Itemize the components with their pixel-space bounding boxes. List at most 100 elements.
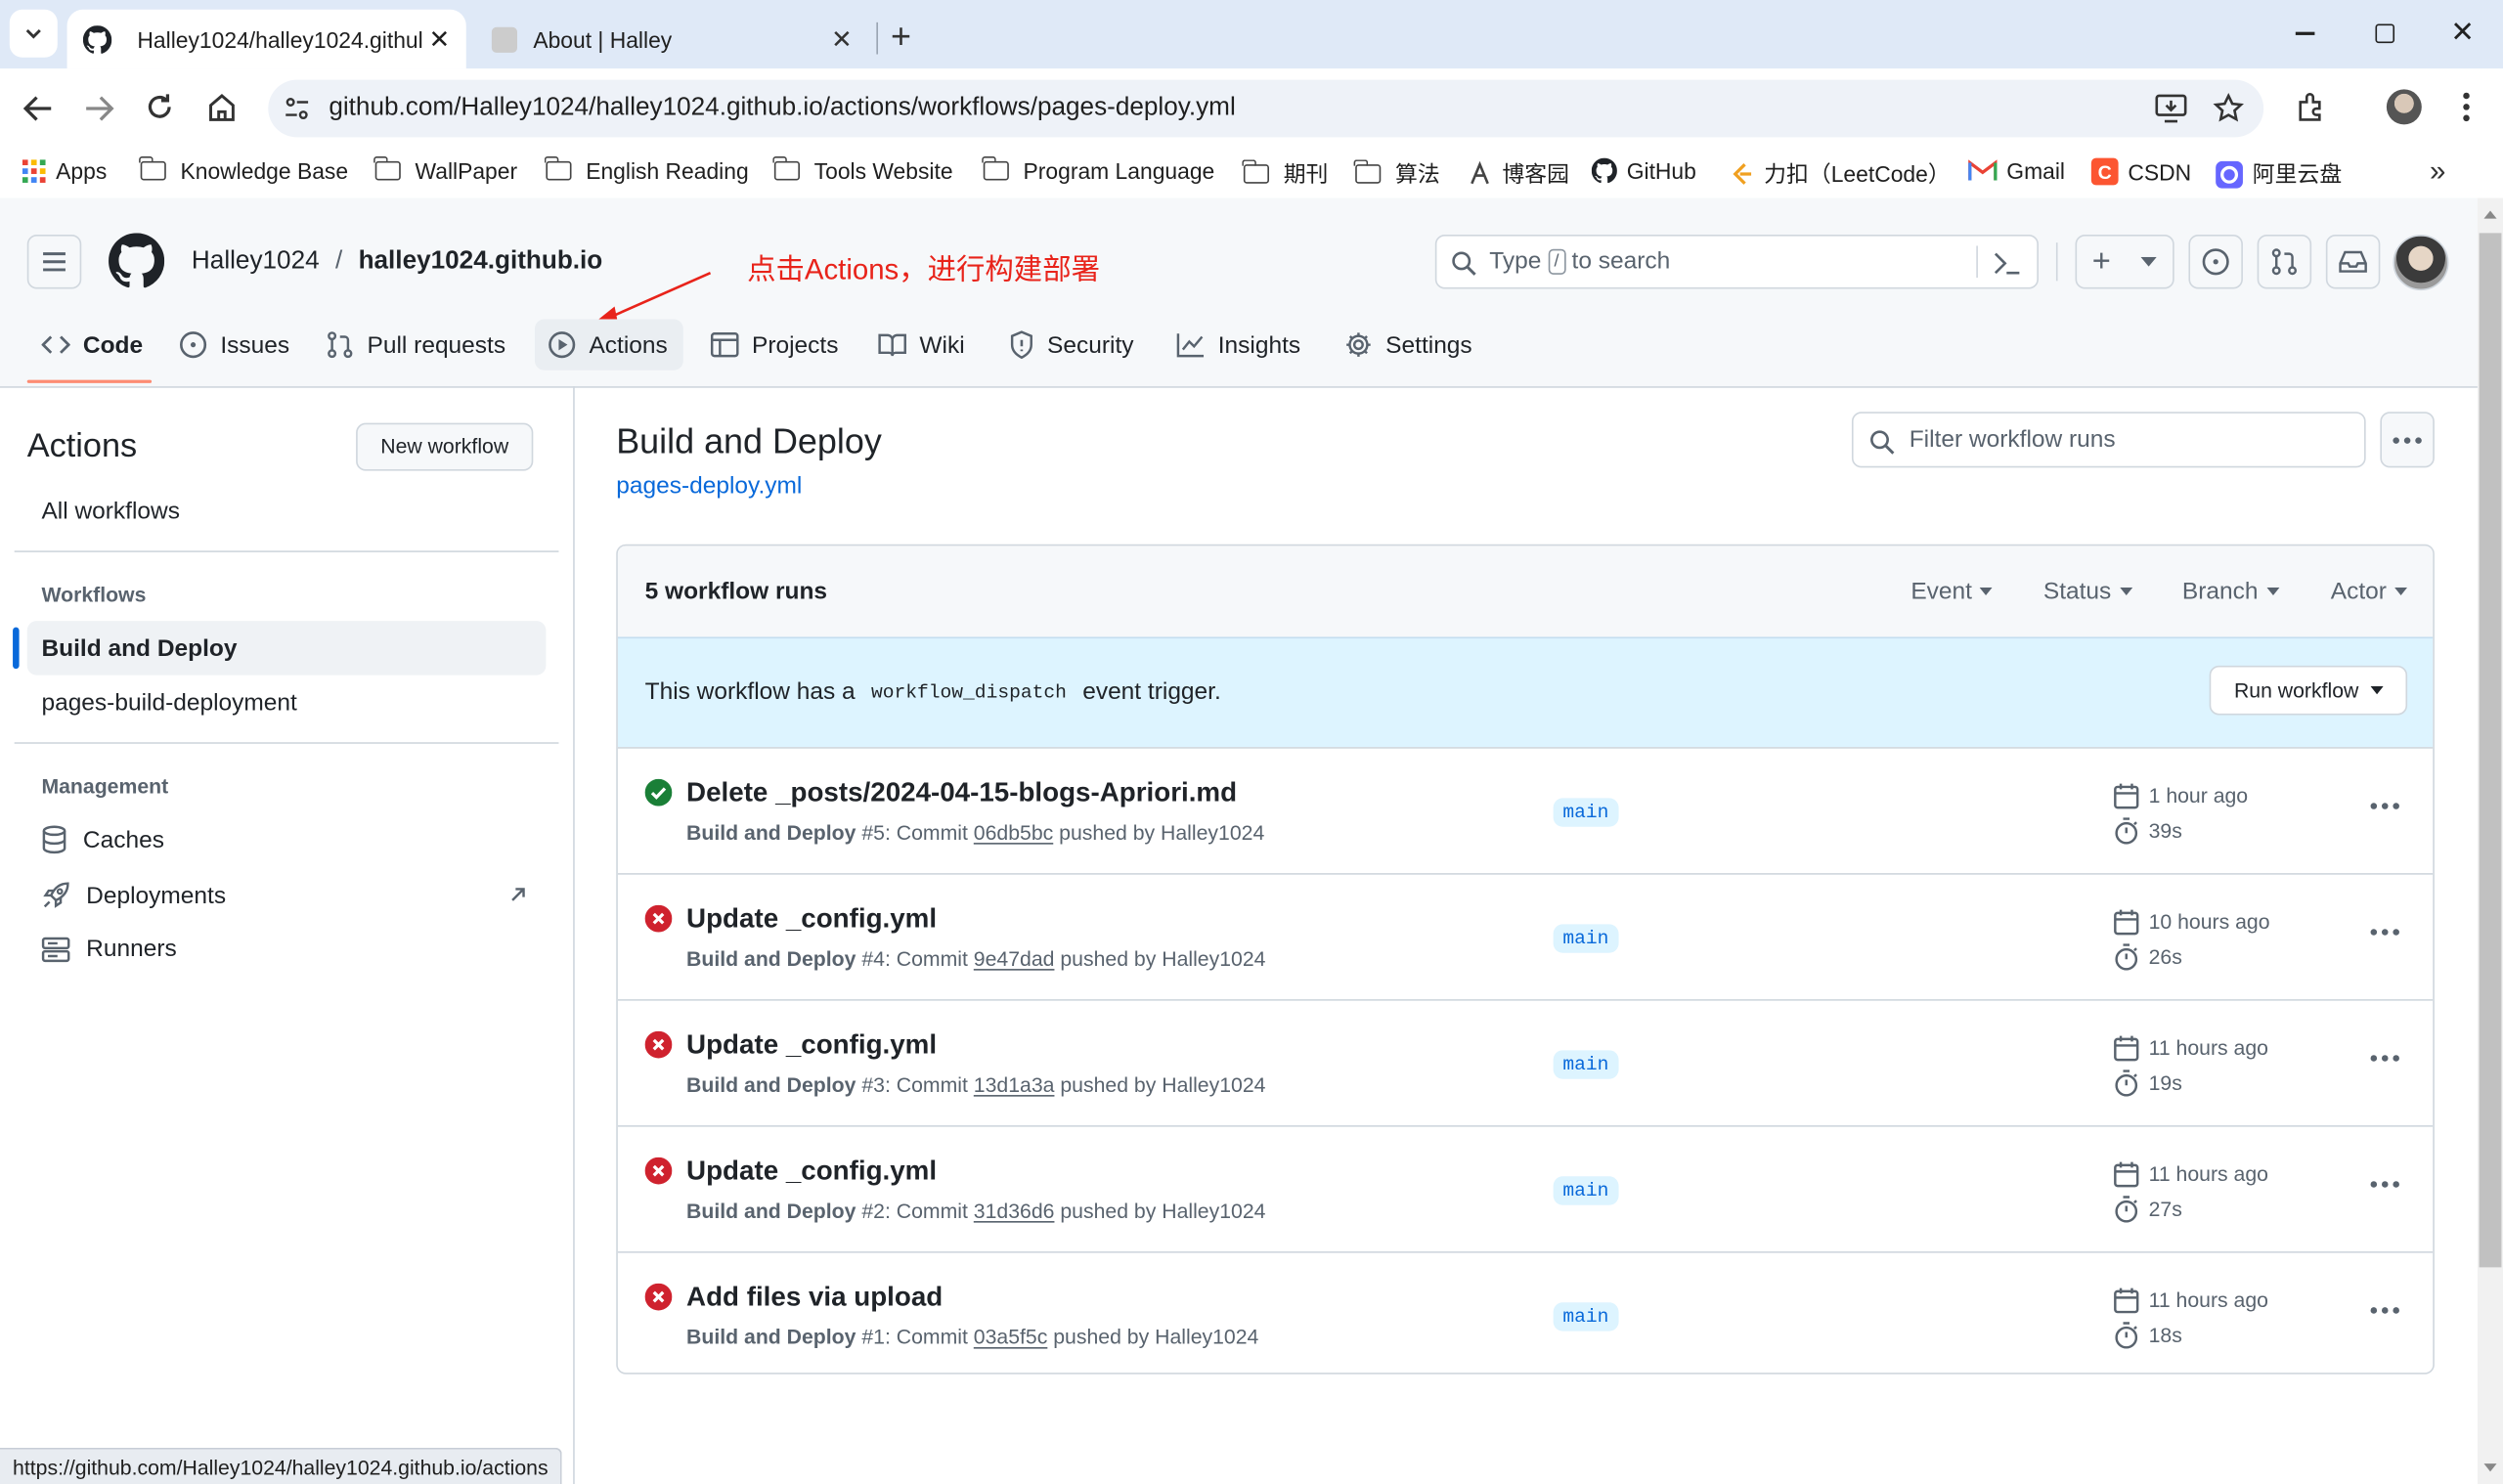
more-options-button[interactable]	[2380, 412, 2435, 468]
filter-branch[interactable]: Branch	[2182, 578, 2279, 605]
run-commit-sha[interactable]: 13d1a3a	[974, 1072, 1055, 1096]
inbox-button[interactable]	[2325, 235, 2381, 289]
home-icon[interactable]	[206, 93, 239, 121]
minimize-button[interactable]	[2295, 31, 2315, 35]
sidebar-runners[interactable]: Runners	[41, 936, 177, 963]
bookmark-csdn[interactable]: C CSDN	[2090, 157, 2191, 186]
filter-status[interactable]: Status	[2043, 578, 2132, 605]
repo-owner-link[interactable]: Halley1024	[192, 247, 320, 276]
tab-close-icon[interactable]: ✕	[831, 23, 853, 56]
branch-label[interactable]: main	[1553, 798, 1619, 827]
profile-avatar[interactable]	[2386, 89, 2422, 125]
repo-name-link[interactable]: halley1024.github.io	[359, 247, 603, 276]
branch-label[interactable]: main	[1553, 1050, 1619, 1079]
command-palette-icon[interactable]	[1993, 250, 2021, 276]
run-title[interactable]: Delete _posts/2024-04-15-blogs-Apriori.m…	[686, 777, 1237, 809]
run-options-kebab-icon[interactable]	[2370, 1055, 2399, 1062]
tab-close-icon[interactable]: ✕	[429, 23, 451, 56]
site-info-icon[interactable]	[285, 96, 310, 121]
run-commit-sha[interactable]: 31d36d6	[974, 1199, 1055, 1222]
filter-event[interactable]: Event	[1910, 578, 1994, 605]
run-commit-sha[interactable]: 03a5f5c	[974, 1325, 1048, 1348]
user-avatar[interactable]	[2393, 235, 2449, 291]
reload-icon[interactable]	[146, 93, 174, 121]
browser-tab-active[interactable]: Halley1024/halley1024.githul ✕	[66, 9, 466, 69]
github-logo-icon[interactable]	[109, 233, 165, 288]
new-tab-button[interactable]: +	[891, 16, 911, 57]
scroll-up-arrow[interactable]	[2483, 210, 2497, 219]
page-scrollbar-thumb[interactable]	[2479, 233, 2502, 1268]
bookmark-journals[interactable]: 期刊	[1242, 158, 1328, 191]
repo-tab-projects[interactable]: Projects	[710, 320, 838, 371]
bookmark-knowledge-base[interactable]: Knowledge Base	[139, 156, 348, 184]
all-workflows-link[interactable]: All workflows	[41, 498, 180, 525]
sidebar-workflow-build-and-deploy[interactable]: Build and Deploy	[41, 635, 237, 663]
workflow-run-row[interactable]: Delete _posts/2024-04-15-blogs-Apriori.m…	[617, 747, 2434, 873]
scroll-down-arrow[interactable]	[2483, 1463, 2497, 1472]
bookmark-cnblogs[interactable]: 博客园	[1467, 158, 1569, 191]
bookmark-tools-website[interactable]: Tools Website	[772, 156, 953, 184]
repo-tab-issues[interactable]: Issues	[179, 320, 289, 371]
new-workflow-button[interactable]: New workflow	[356, 422, 534, 471]
repo-tab-insights[interactable]: Insights	[1176, 320, 1300, 371]
workflow-file-link[interactable]: pages-deploy.yml	[616, 472, 802, 500]
global-nav-menu-button[interactable]	[26, 235, 82, 289]
run-commit-sha[interactable]: 9e47dad	[974, 946, 1055, 970]
workflow-run-row[interactable]: Update _config.yml Build and Deploy #4: …	[617, 873, 2434, 999]
workflow-run-row[interactable]: Add files via upload Build and Deploy #1…	[617, 1251, 2434, 1373]
tab-search-button[interactable]	[9, 9, 58, 58]
run-options-kebab-icon[interactable]	[2370, 929, 2399, 936]
branch-label[interactable]: main	[1553, 924, 1619, 953]
run-workflow-button[interactable]: Run workflow	[2209, 665, 2408, 716]
workflow-run-row[interactable]: Update _config.yml Build and Deploy #3: …	[617, 999, 2434, 1125]
extensions-icon[interactable]	[2296, 91, 2328, 123]
run-title[interactable]: Update _config.yml	[686, 1156, 937, 1188]
browser-menu-icon[interactable]	[2463, 92, 2470, 122]
repo-tab-security[interactable]: Security	[1009, 320, 1134, 371]
create-new-button[interactable]: +	[2075, 235, 2174, 289]
run-options-kebab-icon[interactable]	[2370, 803, 2399, 809]
sidebar-caches[interactable]: Caches	[41, 825, 164, 854]
run-commit-sha[interactable]: 06db5bc	[974, 820, 1053, 844]
filter-workflow-runs-input[interactable]: Filter workflow runs	[1851, 412, 2366, 468]
run-options-kebab-icon[interactable]	[2370, 1181, 2399, 1188]
bookmark-wallpaper[interactable]: WallPaper	[373, 156, 517, 184]
repo-tab-wiki[interactable]: Wiki	[878, 320, 965, 371]
branch-label[interactable]: main	[1553, 1176, 1619, 1205]
plus-icon: +	[2091, 243, 2111, 280]
bookmark-github[interactable]: GitHub	[1591, 157, 1696, 184]
global-search-input[interactable]: Type / to search	[1434, 235, 2039, 289]
repo-tab-settings[interactable]: Settings	[1344, 320, 1472, 371]
bookmark-leetcode[interactable]: 力扣（LeetCode）	[1729, 158, 1951, 191]
restore-button[interactable]	[2375, 23, 2395, 44]
bookmark-english-reading[interactable]: English Reading	[545, 156, 749, 184]
bookmark-star-icon[interactable]	[2213, 92, 2245, 125]
install-app-icon[interactable]	[2155, 94, 2187, 123]
issues-shortcut-button[interactable]	[2188, 235, 2243, 289]
sidebar-deployments[interactable]: Deployments	[41, 881, 226, 909]
repo-tab-code[interactable]: Code	[41, 320, 143, 371]
url-text[interactable]: github.com/Halley1024/halley1024.github.…	[329, 94, 1235, 122]
bookmark-aliyun-drive[interactable]: 阿里云盘	[2216, 158, 2342, 191]
back-arrow-icon[interactable]	[22, 94, 55, 122]
filter-actor[interactable]: Actor	[2331, 578, 2408, 605]
sidebar-workflow-pages-build-deployment[interactable]: pages-build-deployment	[41, 689, 296, 717]
pull-requests-shortcut-button[interactable]	[2257, 235, 2312, 289]
repo-tab-pull-requests[interactable]: Pull requests	[326, 320, 505, 371]
close-window-button[interactable]: ✕	[2450, 16, 2475, 49]
address-bar[interactable]: github.com/Halley1024/halley1024.github.…	[268, 79, 2264, 138]
run-title[interactable]: Update _config.yml	[686, 903, 937, 936]
bookmark-algorithms[interactable]: 算法	[1354, 158, 1440, 191]
bookmark-program-language[interactable]: Program Language	[982, 156, 1214, 184]
forward-arrow-icon[interactable]	[83, 94, 115, 122]
workflow-run-row[interactable]: Update _config.yml Build and Deploy #2: …	[617, 1125, 2434, 1251]
browser-tab[interactable]: About | Halley ✕	[476, 10, 875, 68]
repo-tab-actions[interactable]: Actions	[548, 320, 668, 371]
run-title[interactable]: Update _config.yml	[686, 1029, 937, 1062]
branch-label[interactable]: main	[1553, 1302, 1619, 1331]
bookmark-apps[interactable]: Apps	[22, 158, 107, 184]
run-options-kebab-icon[interactable]	[2370, 1307, 2399, 1314]
bookmarks-overflow-icon[interactable]: »	[2430, 154, 2445, 188]
bookmark-gmail[interactable]: Gmail	[1968, 158, 2065, 184]
run-title[interactable]: Add files via upload	[686, 1282, 943, 1314]
